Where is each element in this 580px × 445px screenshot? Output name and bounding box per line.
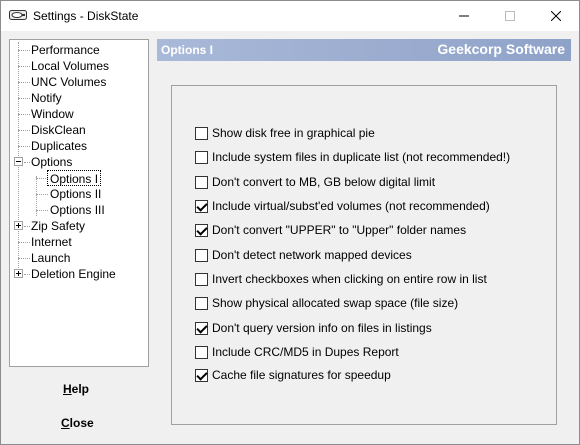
option-checkbox[interactable] <box>195 296 208 310</box>
settings-tree[interactable]: Performance Local Volumes UNC Volumes No… <box>9 39 149 367</box>
option-checkbox[interactable] <box>195 126 208 140</box>
title-bar[interactable]: Settings - DiskState <box>1 1 579 31</box>
option-label: Don't detect network mapped devices <box>212 248 412 262</box>
tree-connector <box>36 194 48 195</box>
option-checkbox[interactable] <box>195 321 208 335</box>
tree-item-performance[interactable]: Performance <box>31 42 100 58</box>
maximize-icon <box>505 11 515 21</box>
option-label: Don't query version info on files in lis… <box>212 321 432 335</box>
tree-connector <box>18 130 30 131</box>
tree-connector <box>24 162 30 163</box>
expand-icon[interactable] <box>14 269 23 278</box>
option-label: Include CRC/MD5 in Dupes Report <box>212 345 399 359</box>
tree-item-duplicates[interactable]: Duplicates <box>31 138 87 154</box>
close-window-button[interactable] <box>533 1 579 31</box>
option-checkbox[interactable] <box>195 150 208 164</box>
disk-drive-icon <box>9 10 27 20</box>
option-checkbox[interactable] <box>195 223 208 237</box>
option-row[interactable]: Don't detect network mapped devices <box>195 247 412 263</box>
option-label: Invert checkboxes when clicking on entir… <box>212 272 487 286</box>
tree-item-options-i[interactable]: Options I <box>47 170 102 186</box>
help-button[interactable]: Help <box>63 382 89 396</box>
option-row[interactable]: Show physical allocated swap space (file… <box>195 295 458 311</box>
tree-connector <box>18 98 30 99</box>
tree-item-internet[interactable]: Internet <box>31 234 72 250</box>
tree-item-options-iii[interactable]: Options III <box>50 202 105 218</box>
tree-item-notify[interactable]: Notify <box>31 90 62 106</box>
settings-window: Settings - DiskState Performance Local V… <box>0 0 580 445</box>
close-button-label: lose <box>69 416 94 430</box>
close-button[interactable]: Close <box>61 416 94 430</box>
collapse-icon[interactable] <box>14 157 23 166</box>
tree-item-launch[interactable]: Launch <box>31 250 70 266</box>
tree-item-window[interactable]: Window <box>31 106 74 122</box>
option-label: Don't convert to MB, GB below digital li… <box>212 175 436 189</box>
option-row[interactable]: Include virtual/subst'ed volumes (not re… <box>195 198 490 214</box>
maximize-button[interactable] <box>487 1 533 31</box>
option-label: Show disk free in graphical pie <box>212 126 375 140</box>
option-row[interactable]: Don't query version info on files in lis… <box>195 320 432 336</box>
option-checkbox[interactable] <box>195 272 208 286</box>
tree-connector <box>18 66 30 67</box>
option-checkbox[interactable] <box>195 199 208 213</box>
tree-item-unc-volumes[interactable]: UNC Volumes <box>31 74 106 90</box>
section-title: Options I <box>161 43 213 57</box>
option-checkbox[interactable] <box>195 345 208 359</box>
option-checkbox[interactable] <box>195 248 208 262</box>
tree-item-options[interactable]: Options <box>31 154 72 170</box>
option-checkbox[interactable] <box>195 175 208 189</box>
option-row[interactable]: Don't convert "UPPER" to "Upper" folder … <box>195 222 466 238</box>
option-label: Include virtual/subst'ed volumes (not re… <box>212 199 490 213</box>
tree-item-local-volumes[interactable]: Local Volumes <box>31 58 109 74</box>
tree-connector <box>18 82 30 83</box>
section-header: Options I Geekcorp Software <box>157 39 571 61</box>
option-row[interactable]: Cache file signatures for speedup <box>195 367 391 383</box>
close-button-accel: C <box>61 416 70 430</box>
help-button-label: elp <box>71 382 90 396</box>
brand-label: Geekcorp Software <box>437 41 565 57</box>
tree-item-diskclean[interactable]: DiskClean <box>31 122 86 138</box>
option-checkbox[interactable] <box>195 368 208 382</box>
option-label: Show physical allocated swap space (file… <box>212 296 459 310</box>
tree-connector <box>18 146 30 147</box>
tree-item-zip-safety[interactable]: Zip Safety <box>31 218 85 234</box>
window-title: Settings - DiskState <box>33 9 139 23</box>
tree-connector <box>18 114 30 115</box>
option-label: Include system files in duplicate list (… <box>212 150 511 164</box>
minimize-icon <box>459 15 469 17</box>
option-row[interactable]: Include system files in duplicate list (… <box>195 149 510 165</box>
option-label: Don't convert "UPPER" to "Upper" folder … <box>212 223 467 237</box>
option-row[interactable]: Invert checkboxes when clicking on entir… <box>195 271 487 287</box>
tree-item-deletion-engine[interactable]: Deletion Engine <box>31 266 116 282</box>
tree-connector <box>18 242 30 243</box>
close-icon <box>551 11 561 21</box>
tree-connector <box>24 274 30 275</box>
help-button-accel: H <box>63 382 72 396</box>
tree-connector <box>24 226 30 227</box>
tree-connector <box>18 258 30 259</box>
option-row[interactable]: Include CRC/MD5 in Dupes Report <box>195 344 399 360</box>
option-row[interactable]: Don't convert to MB, GB below digital li… <box>195 174 435 190</box>
tree-item-options-ii[interactable]: Options II <box>50 186 101 202</box>
tree-connector <box>18 50 30 51</box>
option-row[interactable]: Show disk free in graphical pie <box>195 125 375 141</box>
tree-connector <box>36 210 48 211</box>
option-label: Cache file signatures for speedup <box>212 368 391 382</box>
expand-icon[interactable] <box>14 221 23 230</box>
minimize-button[interactable] <box>441 1 487 31</box>
